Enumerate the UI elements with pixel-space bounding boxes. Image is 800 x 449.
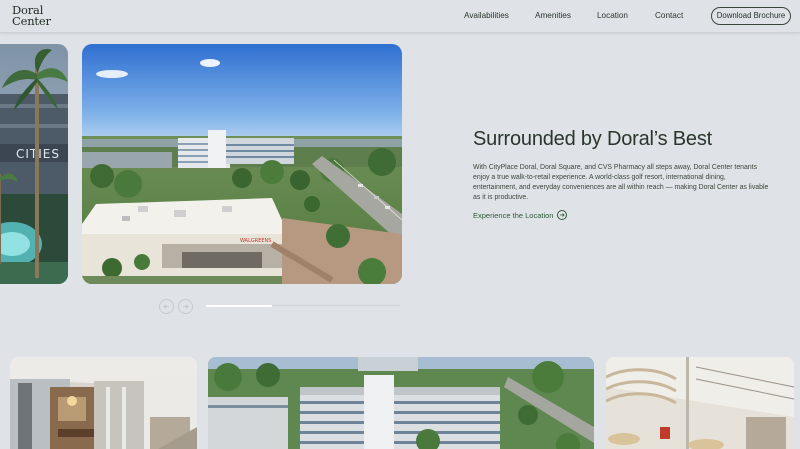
arrow-right-circle-icon [557,210,568,220]
nav-amenities[interactable]: Amenities [535,11,571,20]
carousel-slide-active[interactable]: WALGREENS [82,44,402,284]
experience-location-label: Experience the Location [473,210,554,220]
aerial-campus-photo [208,357,594,449]
previous-slide-photo: CITIES [0,44,68,284]
logo[interactable]: Doral Center [12,4,51,28]
lobby-interior-photo [606,357,794,449]
download-brochure-button[interactable]: Download Brochure [711,7,791,25]
aerial-building-photo: WALGREENS [82,44,402,284]
carousel-progress-fill [206,304,272,307]
carousel-slide-previous[interactable]: CITIES [0,44,68,284]
carousel-prev-button[interactable] [159,299,174,314]
store-sign: WALGREENS [240,238,271,244]
carousel-next-button[interactable] [178,299,193,314]
gallery-photo-lobby[interactable] [606,357,794,449]
nav-location[interactable]: Location [597,11,628,20]
nav-contact[interactable]: Contact [655,11,683,20]
carousel-progress-track [206,304,400,307]
office-interior-photo [10,357,197,449]
gallery-photo-aerial[interactable] [208,357,594,449]
site-header: Doral Center Availabilities Amenities Lo… [0,0,800,33]
section-body: With CityPlace Doral, Doral Square, and … [473,164,769,201]
arrow-right-icon [183,304,189,309]
gallery-photo-office-interior[interactable] [10,357,197,449]
logo-line2: Center [12,14,51,28]
nav-availabilities[interactable]: Availabilities [464,11,509,20]
arrow-left-icon [163,304,169,309]
experience-location-link[interactable]: Experience the Location [473,210,568,220]
section-title: Surrounded by Doral’s Best [473,128,713,150]
